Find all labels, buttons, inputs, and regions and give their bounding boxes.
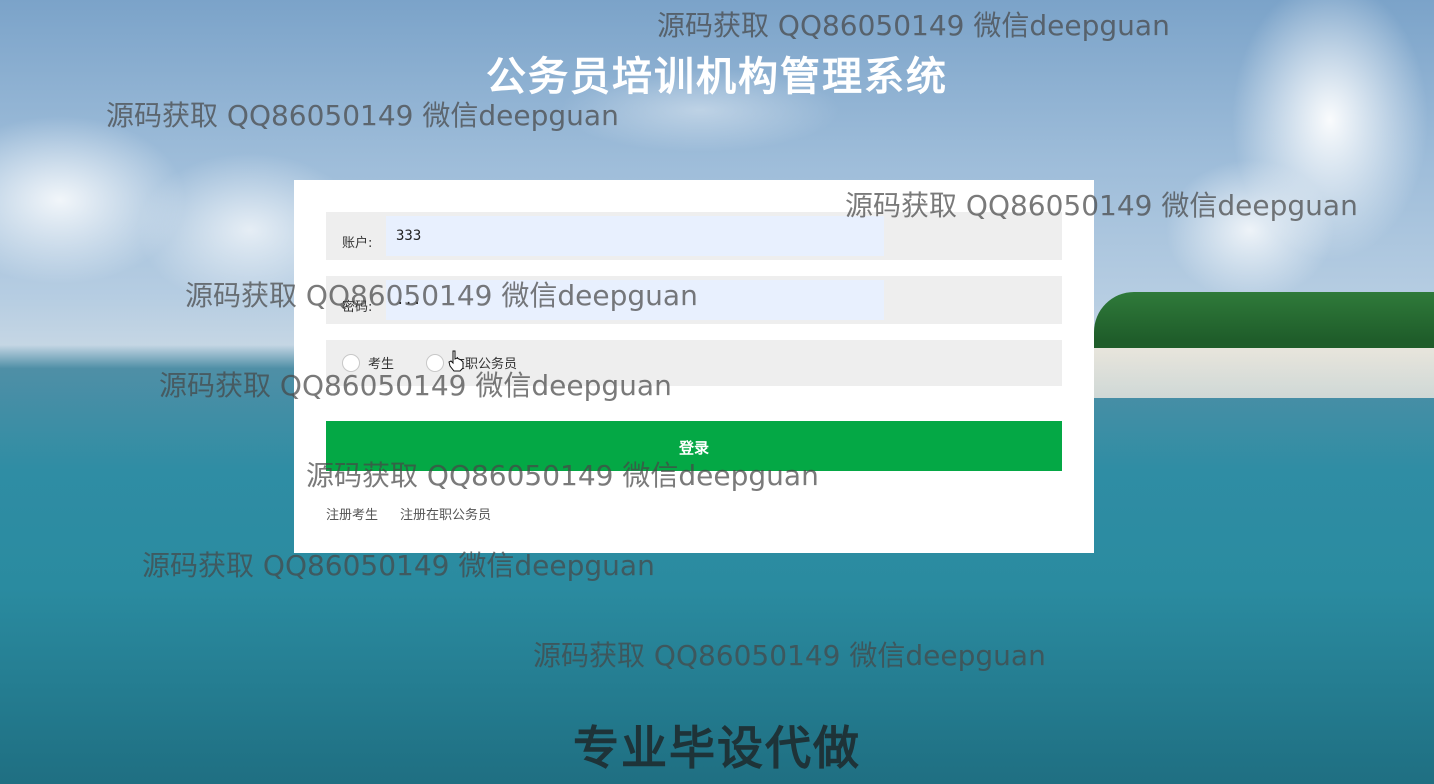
footer-banner: 专业毕设代做 [573,721,861,775]
background-beach [1094,348,1434,398]
register-student-link[interactable]: 注册考生 [326,504,378,523]
background-island [1094,292,1434,352]
watermark-text: 源码获取 QQ86050149 微信deepguan [106,99,619,132]
watermark-text: 源码获取 QQ86050149 微信deepguan [306,459,819,492]
watermark-text: 源码获取 QQ86050149 微信deepguan [185,279,698,312]
account-label: 账户: [342,236,373,251]
watermark-text: 源码获取 QQ86050149 微信deepguan [142,549,655,582]
watermark-text: 源码获取 QQ86050149 微信deepguan [845,189,1358,222]
watermark-text: 源码获取 QQ86050149 微信deepguan [159,369,672,402]
watermark-text: 源码获取 QQ86050149 微信deepguan [533,639,1046,672]
watermark-text: 源码获取 QQ86050149 微信deepguan [657,9,1170,42]
register-civil-servant-link[interactable]: 注册在职公务员 [400,504,491,523]
account-input[interactable] [386,216,884,256]
